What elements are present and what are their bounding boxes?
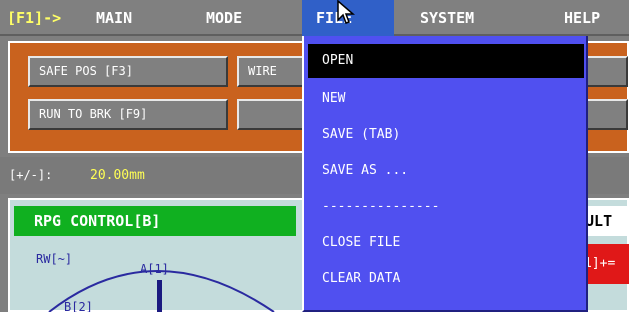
rpg-dial[interactable]: RW[~] A[1] B[2] bbox=[14, 240, 304, 312]
file-menu-close-file[interactable]: CLOSE FILE bbox=[308, 226, 584, 260]
file-menu-save-as[interactable]: SAVE AS ... bbox=[308, 154, 584, 188]
step-value[interactable]: 20.00mm bbox=[90, 157, 145, 194]
menu-help[interactable]: HELP bbox=[564, 0, 600, 36]
step-label: [+/-]: bbox=[9, 168, 53, 182]
menu-system[interactable]: SYSTEM bbox=[420, 0, 474, 36]
run-to-brk-button[interactable]: RUN TO BRK [F9] bbox=[28, 99, 228, 130]
safe-pos-button[interactable]: SAFE POS [F3] bbox=[28, 56, 228, 87]
f1-indicator: [F1]-> bbox=[7, 9, 62, 27]
file-menu-clear-data[interactable]: CLEAR DATA bbox=[308, 262, 584, 296]
file-menu-new[interactable]: NEW bbox=[308, 82, 584, 116]
rpg-control-header[interactable]: RPG CONTROL[B] bbox=[14, 206, 296, 236]
file-menu-separator: --------------- bbox=[322, 199, 440, 214]
mouse-pointer-icon bbox=[337, 0, 356, 24]
dial-graphic bbox=[48, 270, 275, 312]
dial-label-rw: RW[~] bbox=[36, 252, 73, 266]
file-menu-open[interactable]: OPEN bbox=[308, 44, 584, 78]
file-menu-save[interactable]: SAVE (TAB) bbox=[308, 118, 584, 152]
menu-bar: [F1]-> MAIN MODE FILE SYSTEM HELP bbox=[0, 0, 629, 36]
dial-label-a1: A[1] bbox=[140, 262, 169, 276]
menu-mode[interactable]: MODE bbox=[206, 0, 242, 36]
menu-main[interactable]: MAIN bbox=[96, 0, 132, 36]
dial-label-b2: B[2] bbox=[64, 300, 93, 312]
file-menu-dropdown: OPEN NEW SAVE (TAB) SAVE AS ... --------… bbox=[302, 36, 588, 312]
